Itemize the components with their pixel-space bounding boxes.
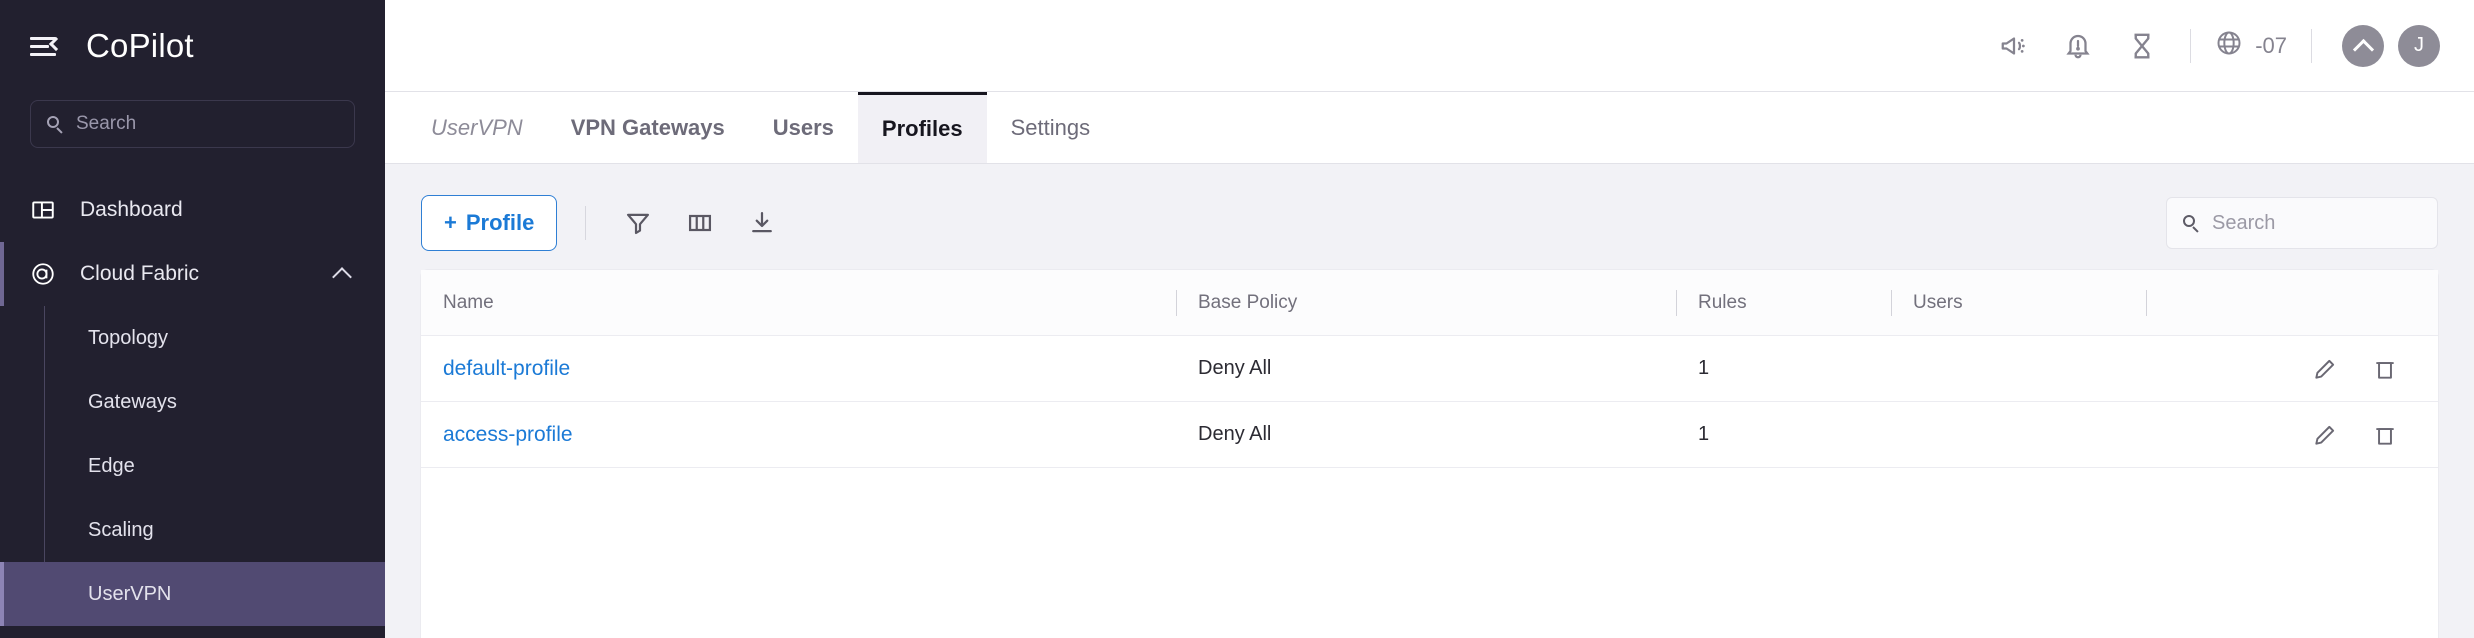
sidebar-item-cloud-fabric[interactable]: Cloud Fabric [0, 242, 385, 306]
table-row[interactable]: default-profile Deny All 1 [421, 336, 2438, 402]
content-area: + Profile Search Name Base Policy Rules … [385, 164, 2474, 638]
columns-icon[interactable] [676, 199, 724, 247]
column-header-base-policy[interactable]: Base Policy [1176, 270, 1676, 335]
sidebar-item-label: Scaling [88, 518, 154, 541]
edit-pencil-icon[interactable] [2310, 420, 2340, 450]
download-icon[interactable] [738, 199, 786, 247]
notification-bell-alert-icon[interactable] [2046, 14, 2110, 78]
announcement-megaphone-icon[interactable] [1982, 14, 2046, 78]
cell-actions [2146, 336, 2438, 401]
sidebar-subtree: Topology Gateways Edge Scaling UserVPN [0, 306, 385, 626]
table-empty-space [421, 468, 2438, 638]
plus-icon: + [444, 210, 457, 235]
tab-settings[interactable]: Settings [987, 92, 1115, 163]
edit-pencil-icon[interactable] [2310, 354, 2340, 384]
search-icon [2183, 214, 2200, 233]
globe-icon [2215, 29, 2243, 63]
sidebar-item-label: Cloud Fabric [80, 262, 200, 285]
tab-vpn-gateways[interactable]: VPN Gateways [547, 92, 749, 163]
timezone-selector[interactable]: -07 [2207, 29, 2295, 63]
search-icon [47, 115, 64, 134]
table-row[interactable]: access-profile Deny All 1 [421, 402, 2438, 468]
search-input[interactable]: Search [2166, 197, 2438, 249]
sidebar-item-uservpn[interactable]: UserVPN [0, 562, 385, 626]
cell-users [1891, 336, 2146, 401]
sidebar-search-placeholder: Search [76, 113, 137, 134]
sidebar-item-label: Gateways [88, 390, 177, 413]
delete-trash-icon[interactable] [2370, 420, 2400, 450]
cell-base-policy: Deny All [1198, 423, 1272, 445]
sidebar-item-dashboard[interactable]: Dashboard [0, 178, 385, 242]
top-bar: -07 J [385, 0, 2474, 92]
chevron-up-circle-icon[interactable] [2342, 24, 2384, 67]
search-placeholder: Search [2212, 211, 2276, 234]
add-profile-label: Profile [465, 210, 535, 235]
sidebar-item-label: Edge [88, 454, 135, 477]
tab-bar: UserVPN VPN Gateways Users Profiles Sett… [385, 92, 2474, 164]
tab-users[interactable]: Users [749, 92, 858, 163]
sidebar-item-label: Dashboard [80, 198, 183, 221]
sidebar-item-label: Topology [88, 326, 169, 349]
brand-title: CoPilot [86, 27, 194, 64]
sidebar-brand-row: CoPilot [0, 0, 385, 92]
dashboard-icon [30, 197, 56, 223]
column-header-rules[interactable]: Rules [1676, 270, 1891, 335]
sidebar-item-label: UserVPN [88, 582, 172, 605]
cell-rules: 1 [1698, 357, 1710, 379]
column-header-users[interactable]: Users [1891, 270, 2146, 335]
sidebar-item-gateways[interactable]: Gateways [0, 370, 385, 434]
avatar[interactable]: J [2398, 24, 2440, 67]
sidebar: CoPilot Search Dashboard Cloud Fabric To… [0, 0, 385, 638]
hamburger-collapse-icon[interactable] [30, 35, 64, 57]
timezone-label: -07 [2255, 32, 2287, 58]
sidebar-item-edge[interactable]: Edge [0, 434, 385, 498]
column-header-actions [2146, 270, 2438, 335]
add-profile-button[interactable]: + Profile [421, 195, 558, 251]
profiles-table: Name Base Policy Rules Users default-pro… [421, 270, 2438, 638]
topbar-divider-2 [2311, 28, 2312, 63]
table-header-row: Name Base Policy Rules Users [421, 270, 2438, 336]
column-header-name[interactable]: Name [421, 270, 1176, 335]
toolbar-divider [585, 206, 587, 240]
sidebar-nav: Dashboard Cloud Fabric Topology Gateways… [0, 178, 385, 626]
cell-rules: 1 [1698, 423, 1710, 445]
profile-link[interactable]: default-profile [443, 357, 570, 381]
tab-profiles[interactable]: Profiles [857, 92, 987, 163]
sidebar-item-scaling[interactable]: Scaling [0, 498, 385, 562]
breadcrumb: UserVPN [431, 114, 523, 140]
cell-name: access-profile [421, 402, 1176, 467]
target-icon [30, 261, 56, 287]
chevron-up-icon[interactable] [332, 267, 352, 287]
main-area: -07 J UserVPN VPN Gateways Users Profile… [385, 0, 2474, 638]
profile-link[interactable]: access-profile [443, 423, 573, 447]
cell-name: default-profile [421, 336, 1176, 401]
topbar-divider-1 [2190, 28, 2192, 63]
cell-actions [2146, 402, 2438, 467]
cell-base-policy: Deny All [1198, 357, 1272, 379]
delete-trash-icon[interactable] [2370, 354, 2400, 384]
hourglass-icon[interactable] [2110, 14, 2174, 78]
sidebar-search-input[interactable]: Search [30, 100, 355, 148]
cell-users [1891, 402, 2146, 467]
table-toolbar: + Profile Search [421, 190, 2438, 256]
sidebar-item-topology[interactable]: Topology [0, 306, 385, 370]
filter-funnel-icon[interactable] [614, 199, 662, 247]
app-root: CoPilot Search Dashboard Cloud Fabric To… [0, 0, 2474, 638]
